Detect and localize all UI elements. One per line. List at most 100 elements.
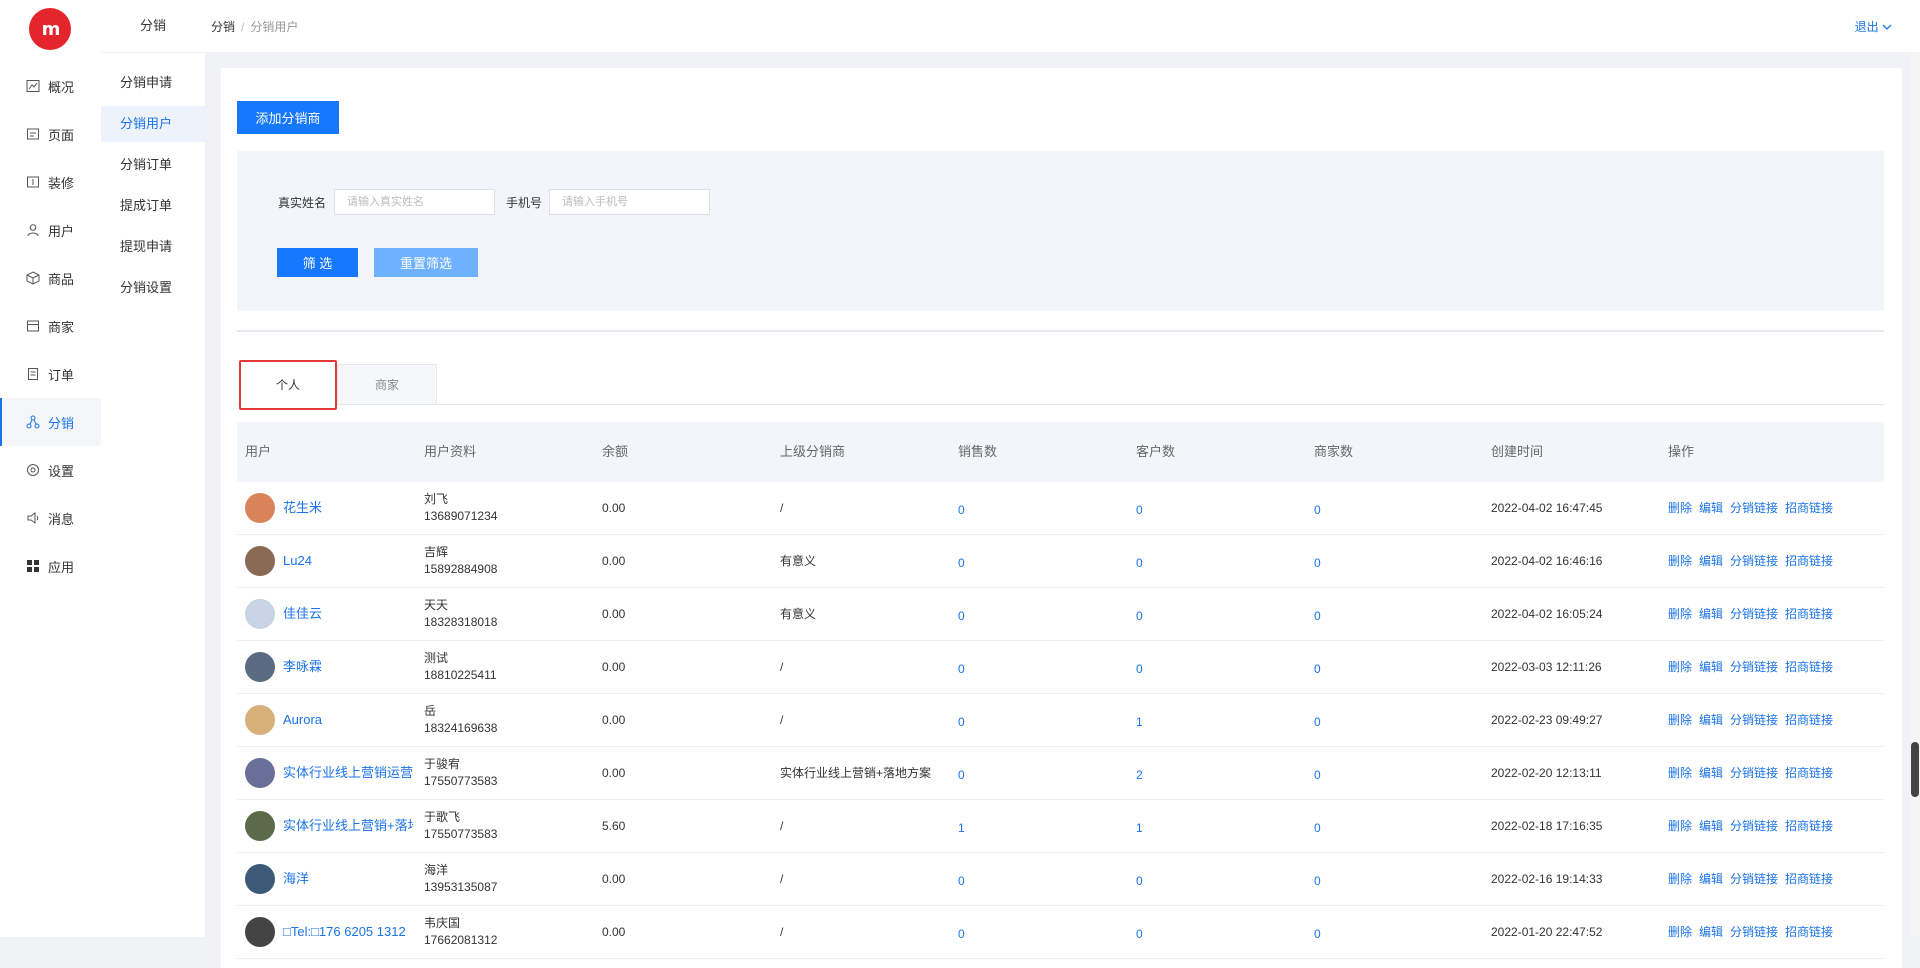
merchants-cell[interactable]: 0 [1314, 802, 1321, 854]
sales-cell[interactable]: 0 [958, 537, 965, 589]
user-name-link[interactable]: 实体行业线上营销运营中 [283, 747, 413, 799]
user-name-link[interactable]: Lu24 [283, 535, 312, 587]
avatar[interactable] [245, 758, 275, 788]
delete-link[interactable]: 删除 [1668, 501, 1692, 515]
page-scrollbar[interactable] [1910, 52, 1920, 937]
distribution-link[interactable]: 分销链接 [1730, 819, 1778, 833]
merchant-invite-link[interactable]: 招商链接 [1785, 607, 1833, 621]
customers-cell[interactable]: 2 [1136, 749, 1143, 801]
subnav-item-settings[interactable]: 分销设置 [101, 270, 205, 306]
avatar[interactable] [245, 599, 275, 629]
distribution-link[interactable]: 分销链接 [1730, 766, 1778, 780]
merchants-cell[interactable]: 0 [1314, 696, 1321, 748]
merchant-invite-link[interactable]: 招商链接 [1785, 554, 1833, 568]
edit-link[interactable]: 编辑 [1699, 819, 1723, 833]
avatar[interactable] [245, 864, 275, 894]
edit-link[interactable]: 编辑 [1699, 713, 1723, 727]
sales-cell[interactable]: 0 [958, 696, 965, 748]
edit-link[interactable]: 编辑 [1699, 554, 1723, 568]
logout-button[interactable]: 退出 [1855, 18, 1892, 35]
user-name-link[interactable]: 李咏霖 [283, 641, 322, 693]
merchants-cell[interactable]: 0 [1314, 643, 1321, 695]
merchants-cell[interactable]: 0 [1314, 590, 1321, 642]
subnav-item-orders[interactable]: 分销订单 [101, 147, 205, 183]
sales-cell[interactable]: 0 [958, 643, 965, 695]
delete-link[interactable]: 删除 [1668, 766, 1692, 780]
delete-link[interactable]: 删除 [1668, 713, 1692, 727]
customers-cell[interactable]: 1 [1136, 802, 1143, 854]
merchant-invite-link[interactable]: 招商链接 [1785, 501, 1833, 515]
sales-cell[interactable]: 0 [958, 484, 965, 536]
nav-item-messages[interactable]: 消息 [0, 494, 101, 542]
avatar[interactable] [245, 917, 275, 947]
tab-personal[interactable]: 个人 [239, 360, 337, 410]
merchants-cell[interactable]: 0 [1314, 484, 1321, 536]
delete-link[interactable]: 删除 [1668, 607, 1692, 621]
merchant-invite-link[interactable]: 招商链接 [1785, 766, 1833, 780]
nav-item-overview[interactable]: 概况 [0, 62, 101, 110]
merchants-cell[interactable]: 0 [1314, 537, 1321, 589]
delete-link[interactable]: 删除 [1668, 819, 1692, 833]
customers-cell[interactable]: 0 [1136, 484, 1143, 536]
delete-link[interactable]: 删除 [1668, 554, 1692, 568]
user-name-link[interactable]: Aurora [283, 694, 322, 746]
user-name-link[interactable]: 佳佳云 [283, 588, 322, 640]
avatar[interactable] [245, 493, 275, 523]
nav-item-apps[interactable]: 应用 [0, 542, 101, 590]
merchant-invite-link[interactable]: 招商链接 [1785, 872, 1833, 886]
avatar[interactable] [245, 705, 275, 735]
distribution-link[interactable]: 分销链接 [1730, 501, 1778, 515]
nav-item-decorate[interactable]: 装修 [0, 158, 101, 206]
edit-link[interactable]: 编辑 [1699, 872, 1723, 886]
customers-cell[interactable]: 0 [1136, 590, 1143, 642]
nav-item-products[interactable]: 商品 [0, 254, 101, 302]
sales-cell[interactable]: 0 [958, 908, 965, 960]
merchant-invite-link[interactable]: 招商链接 [1785, 660, 1833, 674]
nav-item-users[interactable]: 用户 [0, 206, 101, 254]
tab-merchant[interactable]: 商家 [337, 364, 437, 404]
breadcrumb-item[interactable]: 分销 [211, 20, 235, 34]
merchants-cell[interactable]: 0 [1314, 855, 1321, 907]
avatar[interactable] [245, 811, 275, 841]
name-input[interactable] [334, 189, 495, 215]
distribution-link[interactable]: 分销链接 [1730, 660, 1778, 674]
filter-button[interactable]: 筛 选 [277, 248, 358, 277]
distribution-link[interactable]: 分销链接 [1730, 554, 1778, 568]
add-distributor-button[interactable]: 添加分销商 [237, 101, 339, 134]
customers-cell[interactable]: 1 [1136, 696, 1143, 748]
scrollbar-thumb[interactable] [1911, 742, 1919, 797]
user-name-link[interactable]: 实体行业线上营销+落地 [283, 800, 413, 852]
reset-filter-button[interactable]: 重置筛选 [374, 248, 478, 277]
distribution-link[interactable]: 分销链接 [1730, 872, 1778, 886]
delete-link[interactable]: 删除 [1668, 872, 1692, 886]
nav-item-distribution[interactable]: 分销 [0, 398, 101, 446]
sales-cell[interactable]: 1 [958, 802, 965, 854]
avatar[interactable] [245, 546, 275, 576]
sales-cell[interactable]: 0 [958, 590, 965, 642]
user-name-link[interactable]: □Tel:□176 6205 1312 [283, 906, 406, 958]
edit-link[interactable]: 编辑 [1699, 501, 1723, 515]
subnav-item-apply[interactable]: 分销申请 [101, 65, 205, 101]
sales-cell[interactable]: 0 [958, 749, 965, 801]
delete-link[interactable]: 删除 [1668, 660, 1692, 674]
nav-item-orders[interactable]: 订单 [0, 350, 101, 398]
customers-cell[interactable]: 0 [1136, 855, 1143, 907]
edit-link[interactable]: 编辑 [1699, 766, 1723, 780]
phone-input[interactable] [549, 189, 710, 215]
subnav-item-users[interactable]: 分销用户 [101, 106, 205, 142]
app-logo[interactable]: m [29, 8, 71, 50]
customers-cell[interactable]: 0 [1136, 643, 1143, 695]
merchant-invite-link[interactable]: 招商链接 [1785, 819, 1833, 833]
subnav-item-withdraw[interactable]: 提现申请 [101, 229, 205, 265]
merchants-cell[interactable]: 0 [1314, 908, 1321, 960]
nav-item-merchants[interactable]: 商家 [0, 302, 101, 350]
nav-item-pages[interactable]: 页面 [0, 110, 101, 158]
user-name-link[interactable]: 海洋 [283, 853, 309, 905]
nav-item-settings[interactable]: 设置 [0, 446, 101, 494]
edit-link[interactable]: 编辑 [1699, 607, 1723, 621]
distribution-link[interactable]: 分销链接 [1730, 713, 1778, 727]
merchant-invite-link[interactable]: 招商链接 [1785, 713, 1833, 727]
customers-cell[interactable]: 0 [1136, 908, 1143, 960]
customers-cell[interactable]: 0 [1136, 537, 1143, 589]
subnav-item-commission[interactable]: 提成订单 [101, 188, 205, 224]
